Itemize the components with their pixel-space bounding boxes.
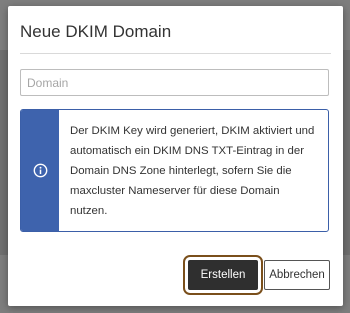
create-button[interactable]: Erstellen — [183, 255, 263, 295]
info-notice: Der DKIM Key wird generiert, DKIM aktivi… — [20, 109, 329, 232]
info-notice-text: Der DKIM Key wird generiert, DKIM aktivi… — [70, 125, 315, 217]
domain-input[interactable] — [20, 69, 329, 96]
info-notice-sidebar — [21, 110, 59, 231]
new-dkim-domain-dialog: Neue DKIM Domain Der DKIM Key wird gener… — [8, 6, 343, 306]
divider — [20, 53, 331, 54]
info-icon — [33, 163, 48, 178]
dialog-title: Neue DKIM Domain — [20, 22, 172, 41]
cancel-button[interactable]: Abbrechen — [264, 260, 330, 290]
